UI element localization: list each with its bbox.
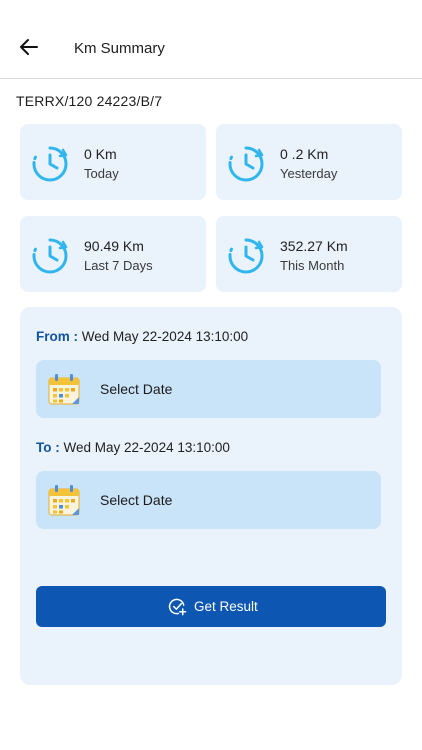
select-date-label: Select Date xyxy=(100,381,173,397)
from-date-text: From : Wed May 22-2024 13:10:00 xyxy=(36,329,248,344)
stat-card-today: 0 Km Today xyxy=(20,124,206,200)
stat-value: 0 .2 Km xyxy=(280,146,329,162)
stat-value: 0 Km xyxy=(84,146,117,162)
to-label: To : xyxy=(36,440,60,455)
arrow-left-icon[interactable] xyxy=(18,36,40,58)
clock-icon xyxy=(228,238,264,274)
date-range-panel: From : Wed May 22-2024 13:10:00 Select D… xyxy=(20,307,402,685)
to-date-text: To : Wed May 22-2024 13:10:00 xyxy=(36,440,230,455)
select-date-label: Select Date xyxy=(100,492,173,508)
clock-icon xyxy=(32,146,68,182)
stat-value: 90.49 Km xyxy=(84,238,144,254)
stat-label: Today xyxy=(84,166,119,181)
clock-icon xyxy=(228,146,264,182)
from-value: Wed May 22-2024 13:10:00 xyxy=(81,329,249,344)
stat-label: Yesterday xyxy=(280,166,338,181)
calendar-icon xyxy=(48,374,80,405)
stat-value: 352.27 Km xyxy=(280,238,348,254)
app-header: Km Summary xyxy=(0,0,422,79)
from-label: From : xyxy=(36,329,78,344)
stat-label: Last 7 Days xyxy=(84,258,153,273)
select-to-date-button[interactable]: Select Date xyxy=(36,471,381,529)
get-result-button[interactable]: Get Result xyxy=(36,586,386,627)
vehicle-id: TERRX/120 24223/B/7 xyxy=(16,93,163,109)
get-result-label: Get Result xyxy=(194,599,258,614)
check-plus-icon xyxy=(168,598,187,616)
calendar-icon xyxy=(48,485,80,516)
to-value: Wed May 22-2024 13:10:00 xyxy=(63,440,230,455)
clock-icon xyxy=(32,238,68,274)
stat-card-last-7-days: 90.49 Km Last 7 Days xyxy=(20,216,206,292)
page-title: Km Summary xyxy=(74,40,165,57)
stat-label: This Month xyxy=(280,258,345,273)
select-from-date-button[interactable]: Select Date xyxy=(36,360,381,418)
stat-card-yesterday: 0 .2 Km Yesterday xyxy=(216,124,402,200)
stat-card-this-month: 352.27 Km This Month xyxy=(216,216,402,292)
